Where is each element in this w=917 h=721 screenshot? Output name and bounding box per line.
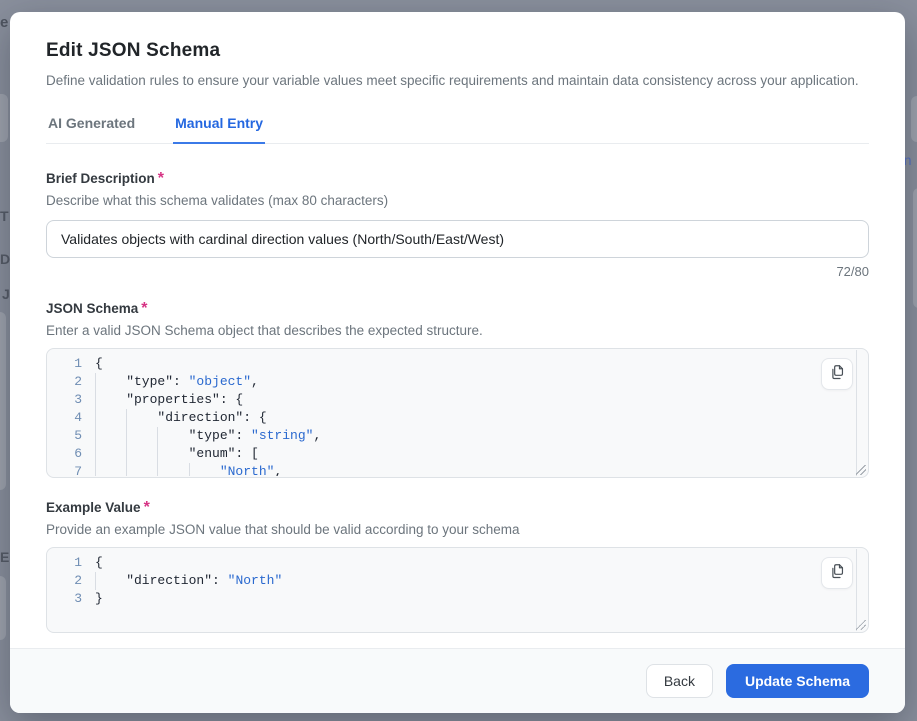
required-asterisk: * [144, 499, 150, 516]
json-schema-code-area[interactable]: 1{2"type": "object",3"properties": {4"di… [48, 350, 856, 476]
required-asterisk: * [141, 300, 147, 317]
background-text-fragment: E [0, 550, 9, 564]
dialog-body: Edit JSON Schema Define validation rules… [10, 12, 905, 648]
required-asterisk: * [158, 170, 164, 187]
code-line: 4"direction": { [48, 409, 856, 427]
brief-description-helper: Describe what this schema validates (max… [46, 193, 869, 208]
tab-manual-entry[interactable]: Manual Entry [173, 115, 265, 144]
code-line: 1{ [48, 554, 856, 572]
json-schema-helper: Enter a valid JSON Schema object that de… [46, 323, 869, 338]
edit-json-schema-dialog: Edit JSON Schema Define validation rules… [10, 12, 905, 713]
dialog-footer: Back Update Schema [10, 648, 905, 713]
background-page-box [911, 96, 917, 142]
copy-icon [829, 563, 846, 584]
background-text-fragment: J [2, 287, 10, 301]
code-line: 3"properties": { [48, 391, 856, 409]
copy-button[interactable] [821, 557, 853, 589]
background-page-box [913, 188, 917, 308]
background-text-fragment: T [0, 209, 9, 223]
background-text-fragment: e [0, 15, 8, 30]
background-page-box [0, 576, 6, 640]
background-page-box [0, 94, 8, 142]
brief-description-input[interactable] [46, 220, 869, 258]
example-value-code-area[interactable]: 1{2"direction": "North"3} [48, 549, 856, 631]
copy-button[interactable] [821, 358, 853, 390]
background-text-fragment: D [0, 252, 10, 266]
code-line: 5"type": "string", [48, 427, 856, 445]
example-value-editor[interactable]: 1{2"direction": "North"3} [46, 547, 869, 633]
char-counter: 72/80 [46, 264, 869, 279]
example-value-helper: Provide an example JSON value that shoul… [46, 522, 869, 537]
back-button[interactable]: Back [646, 664, 713, 698]
dialog-subtitle: Define validation rules to ensure your v… [46, 73, 869, 88]
background-page-box [0, 312, 6, 490]
editor-scrollbar-track [856, 549, 857, 631]
code-line: 6"enum": [ [48, 445, 856, 463]
json-schema-label: JSON Schema* [46, 300, 869, 318]
code-line: 2"type": "object", [48, 373, 856, 391]
code-line: 7"North", [48, 463, 856, 476]
dialog-title: Edit JSON Schema [46, 40, 869, 62]
json-schema-editor[interactable]: 1{2"type": "object",3"properties": {4"di… [46, 348, 869, 478]
update-schema-button[interactable]: Update Schema [726, 664, 869, 698]
example-value-section: Example Value* Provide an example JSON v… [46, 499, 869, 633]
code-line: 2"direction": "North" [48, 572, 856, 590]
brief-description-label: Brief Description* [46, 170, 869, 188]
tab-bar: AI Generated Manual Entry [46, 115, 869, 144]
copy-icon [829, 364, 846, 385]
example-value-label: Example Value* [46, 499, 869, 517]
editor-scrollbar-track [856, 350, 857, 476]
tab-ai-generated[interactable]: AI Generated [46, 115, 137, 144]
code-line: 1{ [48, 355, 856, 373]
json-schema-section: JSON Schema* Enter a valid JSON Schema o… [46, 300, 869, 478]
resize-handle[interactable] [856, 620, 866, 630]
brief-description-section: Brief Description* Describe what this sc… [46, 170, 869, 279]
resize-handle[interactable] [856, 465, 866, 475]
code-line: 3} [48, 590, 856, 608]
